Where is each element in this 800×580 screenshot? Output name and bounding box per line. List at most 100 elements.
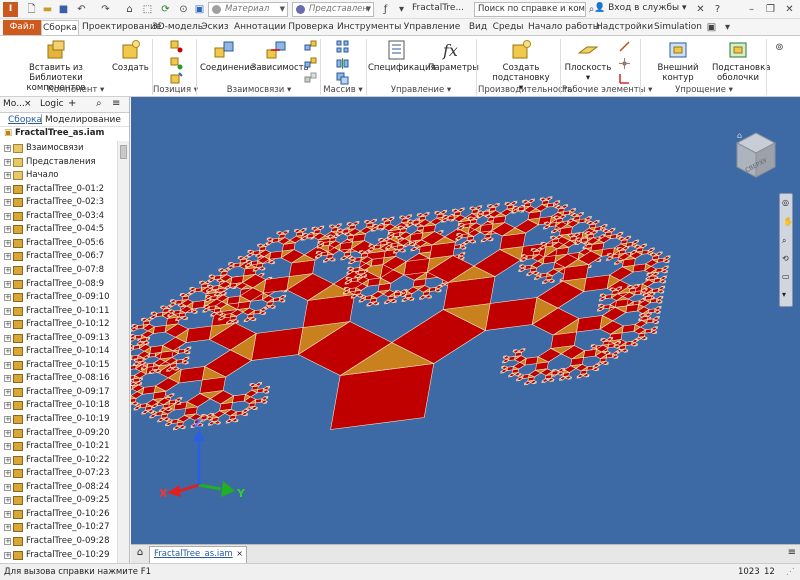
simplification-panel-label[interactable]: Упрощение ▾ (644, 85, 764, 97)
tree-item[interactable]: + FractalTree_0-08:9 (0, 278, 116, 292)
browser-root[interactable]: ▣ FractalTree_as.iam (4, 128, 104, 138)
expand-icon[interactable]: + (4, 375, 11, 383)
tree-item[interactable]: + FractalTree_0-09:10 (0, 291, 116, 305)
expand-icon[interactable]: + (4, 266, 11, 274)
expand-icon[interactable]: + (4, 470, 11, 478)
close-icon[interactable]: ✕ (782, 2, 797, 17)
resize-grip-icon[interactable]: ⋰ (786, 564, 795, 580)
tree-item[interactable]: + FractalTree_0-07:23 (0, 467, 116, 481)
sign-in-button[interactable]: 👤 Вход в службы ▾ (594, 3, 687, 13)
tab-3d-model[interactable]: 3D-модель (152, 20, 203, 35)
tree-item[interactable]: + FractalTree_0-06:7 (0, 250, 116, 264)
representation-combo[interactable]: Представлен ▼ (292, 2, 374, 17)
expand-icon[interactable]: + (4, 402, 11, 410)
tree-item[interactable]: + FractalTree_0-05:6 (0, 237, 116, 251)
show-constraints-icon[interactable] (304, 40, 317, 53)
expand-icon[interactable]: + (4, 483, 11, 491)
plane-button[interactable]: Плоскость ▾ (564, 39, 612, 83)
expand-icon[interactable]: + (4, 145, 11, 152)
tree-item[interactable]: + FractalTree_0-09:25 (0, 494, 116, 508)
modeling-view-link[interactable]: Моделирование (45, 115, 121, 125)
tree-item[interactable]: + FractalTree_0-10:26 (0, 508, 116, 522)
tree-item[interactable]: + FractalTree_0-09:13 (0, 332, 116, 346)
expand-icon[interactable]: + (4, 253, 11, 261)
expand-icon[interactable]: + (4, 212, 11, 220)
tab-simulation[interactable]: Simulation (654, 20, 702, 35)
expand-icon[interactable]: + (4, 172, 11, 180)
tree-item[interactable]: + FractalTree_0-10:11 (0, 305, 116, 319)
work-point-icon[interactable] (618, 57, 631, 70)
home-view-icon[interactable]: ⌂ (737, 131, 742, 140)
select-icon[interactable]: ⬚ (140, 2, 155, 17)
expand-icon[interactable]: + (4, 294, 11, 302)
pattern-icon[interactable] (336, 40, 349, 53)
expand-icon[interactable]: + (4, 443, 11, 451)
tree-item[interactable]: + FractalTree_0-08:16 (0, 372, 116, 386)
pattern-panel-label[interactable]: Массив ▾ (321, 85, 365, 97)
tree-item[interactable]: + FractalTree_0-10:12 (0, 318, 116, 332)
tree-item[interactable]: + FractalTree_0-10:27 (0, 521, 116, 535)
expand-icon[interactable]: + (4, 185, 11, 193)
new-file-icon[interactable]: 🗋 (24, 2, 39, 17)
work-features-panel-label[interactable]: Рабочие элементы ▾ (562, 85, 652, 97)
expand-icon[interactable]: + (4, 537, 11, 545)
show-sick-icon[interactable] (304, 57, 317, 70)
nav-options-icon[interactable]: ▾ (782, 290, 786, 299)
restore-icon[interactable]: ❐ (763, 2, 778, 17)
expand-icon[interactable]: + (4, 456, 11, 464)
tree-item[interactable]: + FractalTree_0-10:22 (0, 454, 116, 468)
ribbon-expand-icon[interactable]: ⊚ (772, 40, 787, 55)
ucs-icon[interactable] (618, 72, 631, 85)
orbit-icon[interactable]: ⟲ (782, 254, 789, 263)
expand-icon[interactable]: + (4, 307, 11, 315)
expand-icon[interactable]: + (4, 429, 11, 437)
manage-panel-label[interactable]: Управление ▾ (368, 85, 474, 97)
document-tab[interactable]: FractalTree_as.iam × (149, 546, 247, 563)
expand-icon[interactable]: + (4, 510, 11, 518)
tab-sketch[interactable]: Эскиз (199, 20, 231, 35)
expand-icon[interactable]: + (4, 524, 11, 532)
tree-item[interactable]: + Представления (0, 156, 116, 170)
redo-icon[interactable]: ↷ (98, 2, 113, 17)
app-store-icon[interactable]: ✕ (693, 2, 708, 17)
expand-icon[interactable]: + (4, 497, 11, 505)
expand-icon[interactable]: + (4, 348, 11, 356)
undo-icon[interactable]: ↶ (74, 2, 89, 17)
home-icon[interactable]: ⌂ (122, 2, 137, 17)
joint-button[interactable]: Соединение (200, 39, 255, 73)
expand-icon[interactable]: + (4, 334, 11, 342)
expand-icon[interactable]: + (4, 158, 11, 166)
tree-item[interactable]: + FractalTree_0-09:28 (0, 535, 116, 549)
tree-item[interactable]: + FractalTree_0-10:19 (0, 413, 116, 427)
customize-icon[interactable]: ▾ (394, 2, 409, 17)
shrinkwrap-substitute-button[interactable]: Подстановка оболочки (712, 39, 770, 83)
tree-item[interactable]: + FractalTree_0-09:20 (0, 427, 116, 441)
steering-wheel-icon[interactable]: ◎ (782, 198, 789, 207)
tree-item[interactable]: + Взаимосвязи (0, 142, 116, 156)
tab-assembly[interactable]: Сборка (41, 20, 79, 35)
zoom-icon[interactable]: ⌕ (782, 236, 786, 246)
update-icon[interactable]: ⟳ (158, 2, 173, 17)
create-component-button[interactable]: Создать (112, 39, 149, 73)
mirror-icon[interactable] (336, 57, 349, 70)
expand-icon[interactable]: + (4, 280, 11, 288)
copy-icon[interactable] (336, 72, 349, 85)
work-axis-icon[interactable] (618, 40, 631, 53)
tab-menu-icon[interactable]: ≡ (788, 547, 796, 558)
tree-item[interactable]: + FractalTree_0-02:3 (0, 196, 116, 210)
shrinkwrap-button[interactable]: Внешний контур (644, 39, 712, 83)
free-move-icon[interactable] (170, 40, 183, 53)
tree-item[interactable]: + FractalTree_0-10:15 (0, 359, 116, 373)
browser-scrollbar[interactable] (117, 141, 129, 563)
hide-all-icon[interactable] (304, 72, 317, 85)
tab-file[interactable]: Файл (3, 20, 41, 35)
constrain-button[interactable]: Зависимость (251, 39, 309, 73)
video-icon[interactable]: ▣ (704, 20, 719, 35)
component-panel-label[interactable]: Компонент ▾ (6, 85, 146, 97)
tab-get-started[interactable]: Начало работы (528, 20, 600, 35)
expand-icon[interactable]: + (4, 239, 11, 247)
expand-icon[interactable]: + (4, 416, 11, 423)
tab-view[interactable]: Вид (467, 20, 489, 35)
open-file-icon[interactable]: ▬ (40, 2, 55, 17)
tree-item[interactable]: + FractalTree_0-10:29 (0, 549, 116, 563)
